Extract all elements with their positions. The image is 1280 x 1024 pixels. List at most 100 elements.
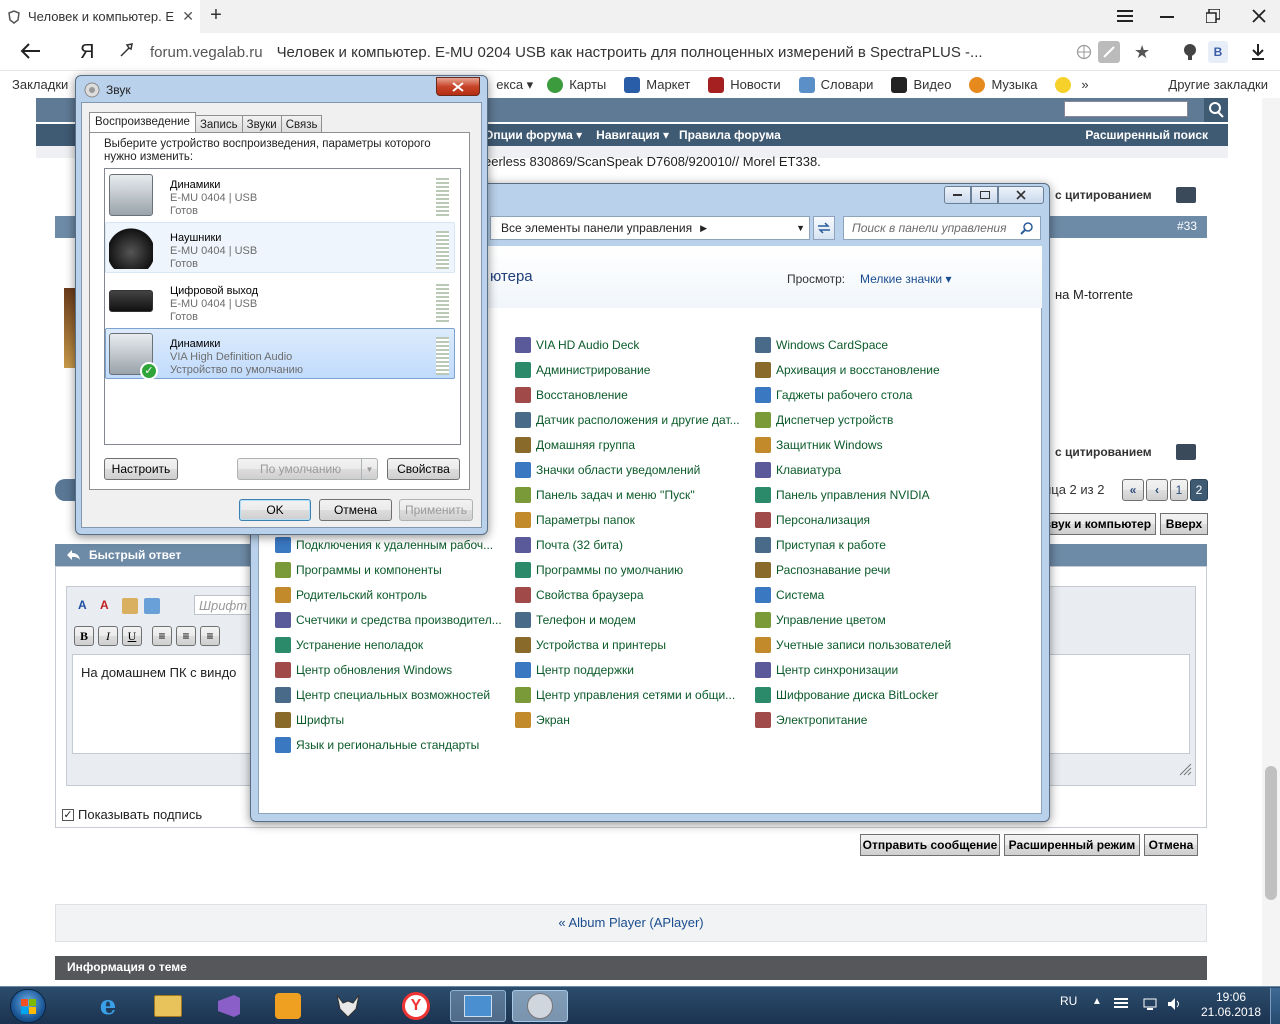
- cp-item[interactable]: Подключения к удаленным рабоч...: [275, 532, 505, 557]
- menu-icon[interactable]: [1108, 4, 1142, 28]
- cp-item[interactable]: Восстановление: [515, 382, 745, 407]
- media-player-icon[interactable]: [264, 990, 312, 1022]
- bookmark-maps[interactable]: Карты: [547, 76, 606, 93]
- cp-item[interactable]: Счетчики и средства производител...: [275, 607, 505, 632]
- start-button[interactable]: [10, 989, 46, 1023]
- device-item[interactable]: Динамики E-MU 0404 | USB Готов: [105, 169, 455, 220]
- page-1[interactable]: 1: [1170, 479, 1188, 501]
- bookmark-music[interactable]: Музыка: [969, 76, 1037, 93]
- cp-item[interactable]: Гаджеты рабочего стола: [755, 382, 985, 407]
- cp-item[interactable]: Архивация и восстановление: [755, 357, 985, 382]
- bookmarks-label[interactable]: Закладки: [12, 77, 68, 92]
- bookmark-star-icon[interactable]: ★: [1134, 42, 1154, 62]
- font-select[interactable]: Шрифт: [194, 595, 254, 615]
- forum-search-icon[interactable]: [1204, 98, 1228, 122]
- cp-item[interactable]: Система: [755, 582, 985, 607]
- cp-item[interactable]: Управление цветом: [755, 607, 985, 632]
- vk-extension-icon[interactable]: В: [1208, 41, 1228, 63]
- network-icon[interactable]: [1142, 996, 1158, 1012]
- cp-search-input[interactable]: Поиск в панели управления: [843, 216, 1041, 240]
- advanced-search-link[interactable]: Расширенный поиск: [1085, 128, 1208, 142]
- cp-item[interactable]: Клавиатура: [755, 457, 985, 482]
- cp-item[interactable]: VIA HD Audio Deck: [515, 332, 745, 357]
- properties-button[interactable]: Свойства: [387, 458, 460, 480]
- cp-item[interactable]: Windows CardSpace: [755, 332, 985, 357]
- cp-item[interactable]: Домашняя группа: [515, 432, 745, 457]
- other-bookmarks[interactable]: Другие закладки: [1168, 77, 1268, 92]
- cp-item[interactable]: Язык и региональные стандарты: [275, 732, 505, 757]
- italic-button[interactable]: I: [98, 626, 118, 646]
- refresh-icon[interactable]: [813, 216, 835, 240]
- minimize-icon[interactable]: [944, 186, 971, 204]
- cp-item[interactable]: Шрифты: [275, 707, 505, 732]
- device-item[interactable]: Цифровой выход E-MU 0404 | USB Готов: [105, 275, 455, 326]
- bookmark-market[interactable]: Маркет: [624, 76, 690, 93]
- scrollbar-thumb[interactable]: [1265, 766, 1277, 900]
- cp-item[interactable]: Родительский контроль: [275, 582, 505, 607]
- prev-thread-link[interactable]: « Album Player (APlayer): [55, 904, 1207, 942]
- checkbox-checked-icon[interactable]: ✓: [62, 808, 74, 821]
- control-panel-taskbar-icon[interactable]: [450, 990, 506, 1022]
- nav-forum-rules[interactable]: Правила форума: [679, 128, 781, 142]
- cp-item[interactable]: Электропитание: [755, 707, 985, 732]
- cp-item[interactable]: Телефон и модем: [515, 607, 745, 632]
- cp-item[interactable]: Устройства и принтеры: [515, 632, 745, 657]
- nav-navigation[interactable]: Навигация ▾: [596, 128, 669, 142]
- cp-item[interactable]: Панель задач и меню ''Пуск'': [515, 482, 745, 507]
- font-color-icon[interactable]: A: [78, 598, 94, 614]
- tab-playback[interactable]: Воспроизведение: [89, 112, 196, 133]
- show-signature[interactable]: ✓ Показывать подпись: [62, 807, 202, 822]
- align-right-icon[interactable]: ≡: [200, 626, 220, 646]
- more-bookmarks-button[interactable]: »: [1081, 77, 1088, 92]
- cancel-button[interactable]: Отмена: [319, 499, 392, 521]
- cp-item[interactable]: Экран: [515, 707, 745, 732]
- cp-breadcrumb-bar[interactable]: Все элементы панели управления ▶ ▼: [490, 216, 810, 240]
- advanced-mode-button[interactable]: Расширенный режим: [1004, 834, 1140, 856]
- yandex-browser-icon[interactable]: Y: [392, 990, 440, 1022]
- set-default-button[interactable]: По умолчанию ▼: [237, 458, 378, 480]
- breadcrumb[interactable]: Все элементы панели управления: [501, 221, 692, 235]
- configure-button[interactable]: Настроить: [104, 458, 178, 480]
- paste-word-icon[interactable]: [144, 598, 160, 614]
- cp-item[interactable]: Программы и компоненты: [275, 557, 505, 582]
- align-center-icon[interactable]: ≡: [176, 626, 196, 646]
- cp-item[interactable]: Центр поддержки: [515, 657, 745, 682]
- chevron-down-icon[interactable]: ▼: [361, 459, 377, 479]
- show-hidden-icons[interactable]: ▲: [1092, 996, 1102, 1007]
- cp-item[interactable]: Центр обновления Windows: [275, 657, 505, 682]
- restore-icon[interactable]: [1196, 4, 1230, 28]
- close-icon[interactable]: [436, 77, 480, 96]
- cancel-button[interactable]: Отмена: [1144, 834, 1198, 856]
- volume-icon[interactable]: [1166, 996, 1182, 1012]
- cp-item[interactable]: Распознавание речи: [755, 557, 985, 582]
- underline-button[interactable]: U: [122, 626, 142, 646]
- sound-taskbar-icon[interactable]: [512, 990, 568, 1022]
- protect-icon[interactable]: [1098, 41, 1120, 63]
- bookmark-partial[interactable]: екса ▾: [496, 77, 533, 93]
- send-message-button[interactable]: Отправить сообщение: [860, 834, 1000, 856]
- close-window-icon[interactable]: [1242, 4, 1276, 28]
- cp-item[interactable]: Персонализация: [755, 507, 985, 532]
- nav-forum-options[interactable]: Опции форума ▾: [484, 128, 582, 142]
- chevron-down-icon[interactable]: ▼: [796, 223, 805, 233]
- new-tab-button[interactable]: +: [205, 5, 227, 27]
- breadcrumb-arrow-icon[interactable]: ▶: [700, 223, 707, 234]
- cp-item[interactable]: Центр синхронизации: [755, 657, 985, 682]
- resize-grip-icon[interactable]: [1178, 762, 1192, 776]
- page-2[interactable]: 2: [1190, 479, 1208, 501]
- cp-item[interactable]: Защитник Windows: [755, 432, 985, 457]
- language-indicator[interactable]: RU: [1060, 994, 1077, 1008]
- cp-item[interactable]: Панель управления NVIDIA: [755, 482, 985, 507]
- yandex-logo[interactable]: Я: [80, 40, 100, 64]
- close-icon[interactable]: [998, 186, 1044, 204]
- cp-item[interactable]: Администрирование: [515, 357, 745, 382]
- address-bar[interactable]: forum.vegalab.ru Человек и компьютер. E-…: [118, 37, 1228, 67]
- visual-studio-icon[interactable]: [204, 990, 252, 1022]
- cp-item[interactable]: Устранение неполадок: [275, 632, 505, 657]
- top-button[interactable]: Вверх: [1160, 513, 1208, 535]
- section-link[interactable]: звук и компьютер: [1040, 513, 1156, 535]
- cp-item[interactable]: Свойства браузера: [515, 582, 745, 607]
- minimize-icon[interactable]: [1150, 4, 1184, 28]
- reply-with-quote[interactable]: с цитированием: [1055, 445, 1152, 459]
- quote-icon[interactable]: [1176, 444, 1196, 460]
